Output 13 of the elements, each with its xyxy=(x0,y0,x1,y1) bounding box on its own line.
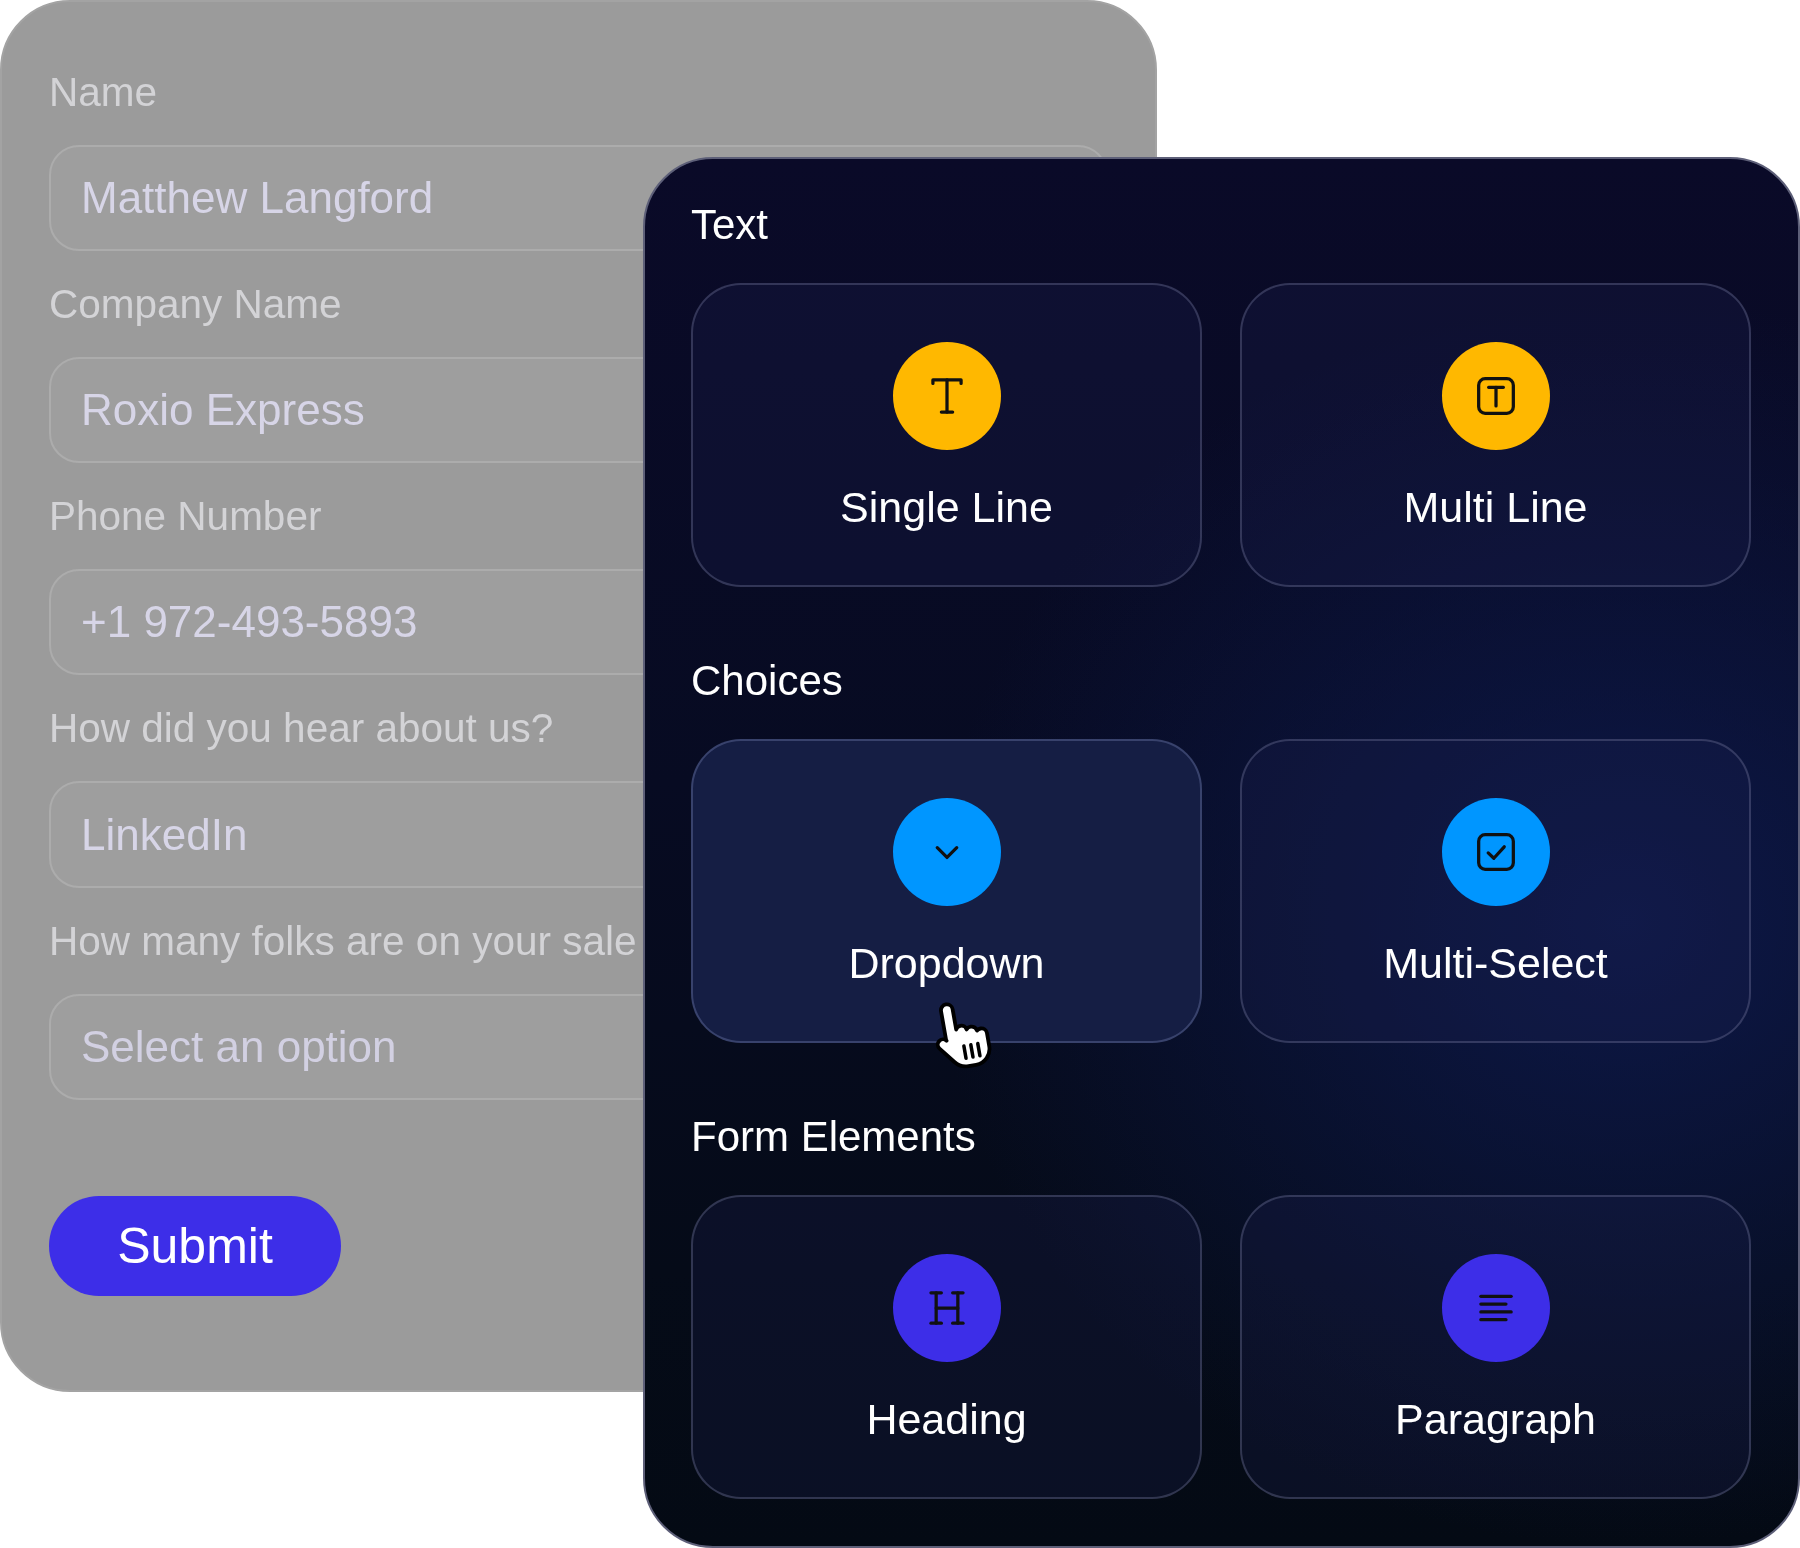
field-type-card[interactable]: Paragraph xyxy=(1240,1195,1751,1499)
field-label: How many folks are on your sale xyxy=(49,916,637,965)
field-label: How did you hear about us? xyxy=(49,704,554,753)
section-heading: Form Elements xyxy=(691,1114,976,1160)
field-label: Company Name xyxy=(49,280,342,329)
section-heading: Text xyxy=(691,202,769,248)
submit-button[interactable]: Submit xyxy=(49,1195,341,1296)
field-type-card[interactable]: Multi Line xyxy=(1240,283,1751,587)
field-type-card[interactable]: Heading xyxy=(691,1195,1202,1499)
field-label: Name xyxy=(49,68,158,116)
field-label: Phone Number xyxy=(49,492,322,541)
field-type-card[interactable]: Multi-Select xyxy=(1240,739,1751,1043)
field-type-card[interactable]: Single Line xyxy=(691,283,1202,587)
